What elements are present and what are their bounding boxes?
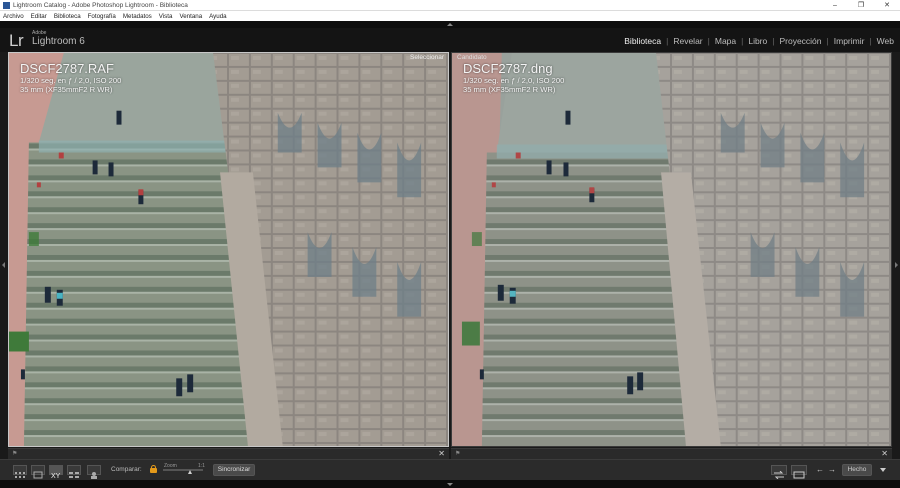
module-libro[interactable]: Libro	[748, 36, 767, 46]
people-view-icon[interactable]	[87, 465, 101, 479]
module-separator: |	[741, 36, 744, 46]
lightroom-window: Lightroom Catalog - Adobe Photoshop Ligh…	[0, 0, 900, 488]
candidate-pane-bar: ⚑ ✕	[451, 448, 892, 459]
product-name: Lightroom 6	[32, 36, 85, 47]
module-web[interactable]: Web	[877, 36, 894, 46]
select-info-overlay: DSCF2787.RAF 1/320 seg. en ƒ / 2,0, ISO …	[20, 61, 122, 95]
zoom-slider-thumb[interactable]	[188, 470, 192, 474]
candidate-exposure: 1/320 seg. en ƒ / 2,0, ISO 200	[463, 76, 565, 85]
menu-vista[interactable]: Vista	[159, 13, 173, 20]
done-button[interactable]: Hecho	[842, 464, 872, 476]
grid-view-icon[interactable]	[13, 465, 27, 478]
flag-icon[interactable]: ⚑	[12, 450, 17, 457]
select-lens: 35 mm (XF35mmF2 R WR)	[20, 85, 113, 94]
candidate-lens: 35 mm (XF35mmF2 R WR)	[463, 85, 556, 94]
compare-label: Comparar:	[111, 466, 142, 473]
module-revelar[interactable]: Revelar	[673, 36, 702, 46]
menu-biblioteca[interactable]: Biblioteca	[54, 13, 81, 20]
aqueduct-photo	[9, 53, 448, 446]
title-bar: Lightroom Catalog - Adobe Photoshop Ligh…	[0, 0, 900, 11]
left-panel-toggle-icon[interactable]	[2, 262, 5, 268]
menu-ventana[interactable]: Ventana	[179, 13, 202, 20]
remove-select-icon[interactable]: ✕	[438, 449, 445, 459]
right-panel-toggle-icon[interactable]	[895, 262, 898, 268]
menu-bar: Archivo Editar Biblioteca Fotografía Met…	[0, 11, 900, 21]
aqueduct-photo	[452, 53, 891, 446]
select-pane-bar: ⚑ ✕	[8, 448, 449, 459]
lightroom-logo: Lr	[9, 31, 24, 50]
sync-button[interactable]: Sincronizar	[213, 464, 255, 476]
zoom-slider-track[interactable]	[163, 469, 203, 471]
lock-icon[interactable]	[150, 465, 157, 473]
compare-select-pane[interactable]: Seleccionar DSCF2787.RAF 1/320 seg. en ƒ…	[8, 52, 449, 447]
candidate-info-overlay: DSCF2787.dng 1/320 seg. en ƒ / 2,0, ISO …	[463, 61, 565, 95]
menu-ayuda[interactable]: Ayuda	[209, 13, 226, 20]
compare-view-icon[interactable]: XY	[49, 465, 63, 480]
select-filename: DSCF2787.RAF	[20, 61, 114, 76]
module-separator: |	[869, 36, 872, 46]
select-label: Seleccionar	[410, 54, 444, 61]
menu-editar[interactable]: Editar	[31, 13, 47, 20]
toolbar: XY Comparar: Zoom 1:1 Sincronizar ← → He…	[0, 459, 900, 480]
flag-icon[interactable]: ⚑	[455, 450, 460, 457]
survey-view-icon[interactable]	[67, 465, 81, 478]
top-panel-toggle[interactable]	[0, 21, 900, 28]
module-picker: Biblioteca | Revelar | Mapa | Libro | Pr…	[624, 36, 894, 46]
select-exposure: 1/320 seg. en ƒ / 2,0, ISO 200	[20, 76, 122, 85]
candidate-filename: DSCF2787.dng	[463, 61, 553, 76]
minimize-button[interactable]: –	[822, 0, 848, 11]
bottom-panel-toggle[interactable]	[0, 480, 900, 488]
svg-text:XY: XY	[51, 473, 61, 479]
window-title: Lightroom Catalog - Adobe Photoshop Ligh…	[13, 1, 188, 9]
maximize-button[interactable]: ❐	[848, 0, 874, 11]
app-icon	[3, 1, 10, 9]
candidate-label: Candidato	[457, 54, 487, 61]
toolbar-dropdown-icon[interactable]	[880, 468, 886, 472]
menu-metadatos[interactable]: Metadatos	[123, 13, 152, 20]
remove-candidate-icon[interactable]: ✕	[881, 449, 888, 459]
triangle-up-icon	[447, 23, 453, 26]
menu-archivo[interactable]: Archivo	[3, 13, 24, 20]
module-proyeccion[interactable]: Proyección	[779, 36, 821, 46]
module-separator: |	[707, 36, 710, 46]
module-imprimir[interactable]: Imprimir	[834, 36, 865, 46]
compare-candidate-pane[interactable]: Candidato DSCF2787.dng 1/320 seg. en ƒ /…	[451, 52, 892, 447]
triangle-down-icon	[447, 482, 453, 486]
module-separator: |	[826, 36, 829, 46]
swap-icon[interactable]	[771, 465, 787, 480]
loupe-view-icon[interactable]	[31, 465, 45, 479]
next-arrow-icon[interactable]: →	[828, 465, 836, 474]
module-mapa[interactable]: Mapa	[715, 36, 736, 46]
close-button[interactable]: ✕	[874, 0, 900, 11]
module-biblioteca[interactable]: Biblioteca	[624, 36, 661, 46]
make-select-icon[interactable]	[791, 465, 807, 479]
menu-fotografia[interactable]: Fotografía	[88, 13, 116, 20]
previous-arrow-icon[interactable]: ←	[816, 465, 824, 474]
module-separator: |	[772, 36, 775, 46]
identity-plate: Lr Adobe Lightroom 6 Biblioteca | Revela…	[0, 28, 900, 52]
module-separator: |	[666, 36, 669, 46]
